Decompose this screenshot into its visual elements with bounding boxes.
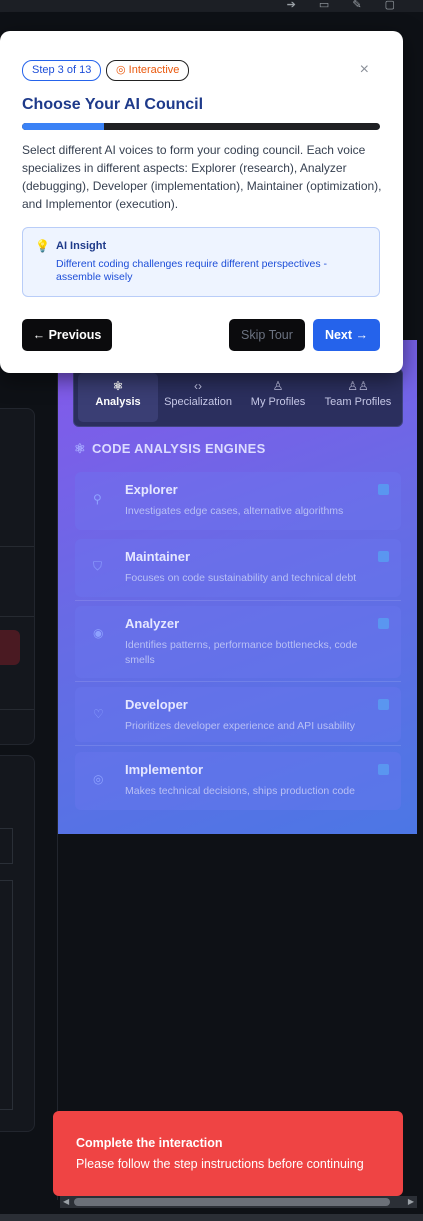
- tab-bar: ⚛ Analysis ‹› Specialization ♙ My Profil…: [73, 368, 403, 427]
- left-red-button[interactable]: [0, 630, 20, 665]
- tour-progress-bar: [22, 123, 380, 130]
- tab-label: Specialization: [164, 396, 232, 408]
- tab-label: Team Profiles: [324, 396, 392, 408]
- progress-fill: [22, 123, 105, 130]
- card-divider: [75, 681, 401, 682]
- tab-label: My Profiles: [250, 396, 306, 408]
- tab-label: Analysis: [95, 396, 141, 408]
- engine-checkbox[interactable]: [378, 618, 389, 629]
- engine-name: Explorer: [125, 482, 178, 497]
- engine-card-analyzer[interactable]: ◉ Analyzer Identifies patterns, performa…: [75, 606, 401, 678]
- brain-icon: ⚛: [112, 379, 124, 393]
- ai-insight-box: 💡 AI Insight Different coding challenges…: [22, 227, 380, 297]
- section-title-text: CODE ANALYSIS ENGINES: [91, 441, 266, 456]
- engine-name: Developer: [125, 697, 188, 712]
- tab-team-profiles[interactable]: ♙♙ Team Profiles: [318, 373, 398, 422]
- engine-checkbox[interactable]: [378, 764, 389, 775]
- engine-name: Maintainer: [125, 549, 191, 564]
- engine-name: Analyzer: [125, 616, 180, 631]
- engine-desc: Makes technical decisions, ships product…: [125, 785, 355, 797]
- heart-icon: ♡: [93, 707, 104, 721]
- error-toast[interactable]: Complete the interaction Please follow t…: [53, 1111, 403, 1196]
- eye-icon: ◉: [93, 626, 104, 640]
- interactive-badge: ◎ Interactive: [106, 60, 190, 81]
- users-icon: ♙♙: [347, 379, 369, 393]
- step-badge: Step 3 of 13: [22, 60, 102, 81]
- toast-title: Complete the interaction: [76, 1136, 223, 1150]
- engine-desc: Focuses on code sustainability and techn…: [125, 572, 357, 584]
- insight-text: Different coding challenges require diff…: [56, 258, 328, 283]
- scroll-right-icon[interactable]: ▶: [408, 1196, 414, 1208]
- engine-name: Implementor: [125, 762, 204, 777]
- modal-body: Select different AI voices to form your …: [22, 143, 382, 211]
- search-icon: ⚲: [93, 492, 102, 506]
- previous-button[interactable]: ← Previous: [22, 319, 112, 351]
- scrollbar-thumb[interactable]: [74, 1198, 390, 1206]
- left-text-area[interactable]: [0, 880, 13, 1110]
- arrow-left-icon: ←: [32, 328, 49, 342]
- engine-desc: Identifies patterns, performance bottlen…: [125, 639, 358, 666]
- engine-checkbox[interactable]: [378, 699, 389, 710]
- engine-card-explorer[interactable]: ⚲ Explorer Investigates edge cases, alte…: [75, 472, 401, 530]
- engine-card-implementor[interactable]: ◎ Implementor Makes technical decisions,…: [75, 752, 401, 810]
- tour-modal: Step 3 of 13 ◎ Interactive × Choose Your…: [0, 31, 403, 373]
- engine-card-maintainer[interactable]: ⛉ Maintainer Focuses on code sustainabil…: [75, 539, 401, 597]
- shield-icon: ⛉: [93, 559, 103, 573]
- engine-desc: Investigates edge cases, alternative alg…: [125, 505, 344, 517]
- bottom-bar: [0, 1214, 423, 1221]
- brain-icon: ⚛: [74, 441, 86, 456]
- section-title: ⚛ CODE ANALYSIS ENGINES: [74, 441, 266, 457]
- scroll-left-icon[interactable]: ◀: [63, 1196, 69, 1208]
- close-icon[interactable]: ×: [360, 61, 369, 79]
- left-input-box[interactable]: [0, 828, 13, 864]
- user-icon: ♙: [272, 379, 284, 393]
- arrow-right-icon: →: [352, 328, 369, 342]
- insight-title: AI Insight: [56, 240, 107, 252]
- engine-checkbox[interactable]: [378, 551, 389, 562]
- modal-title: Choose Your AI Council: [22, 96, 204, 113]
- target-icon: ◎: [116, 64, 129, 76]
- engine-checkbox[interactable]: [378, 484, 389, 495]
- skip-tour-button[interactable]: Skip Tour: [229, 319, 305, 351]
- next-label: Next: [324, 328, 353, 342]
- card-divider: [75, 600, 401, 601]
- previous-label: Previous: [48, 328, 102, 342]
- toast-message: Please follow the step instructions befo…: [76, 1157, 364, 1171]
- interactive-badge-label: Interactive: [128, 64, 180, 76]
- lightbulb-icon: 💡: [35, 239, 50, 253]
- next-button[interactable]: Next →: [313, 319, 380, 351]
- tab-analysis[interactable]: ⚛ Analysis: [78, 373, 158, 422]
- target-icon: ◎: [93, 772, 104, 786]
- code-icon: ‹›: [194, 379, 202, 393]
- tab-my-profiles[interactable]: ♙ My Profiles: [238, 373, 318, 422]
- tab-specialization[interactable]: ‹› Specialization: [158, 373, 238, 422]
- card-divider: [75, 745, 401, 746]
- engine-desc: Prioritizes developer experience and API…: [125, 720, 355, 732]
- horizontal-scrollbar[interactable]: ◀ ▶: [60, 1196, 417, 1208]
- engine-card-developer[interactable]: ♡ Developer Prioritizes developer experi…: [75, 687, 401, 742]
- toolbar-icons[interactable]: ➔ ▭ ✎ ▢: [287, 0, 405, 11]
- left-panel: [0, 408, 35, 745]
